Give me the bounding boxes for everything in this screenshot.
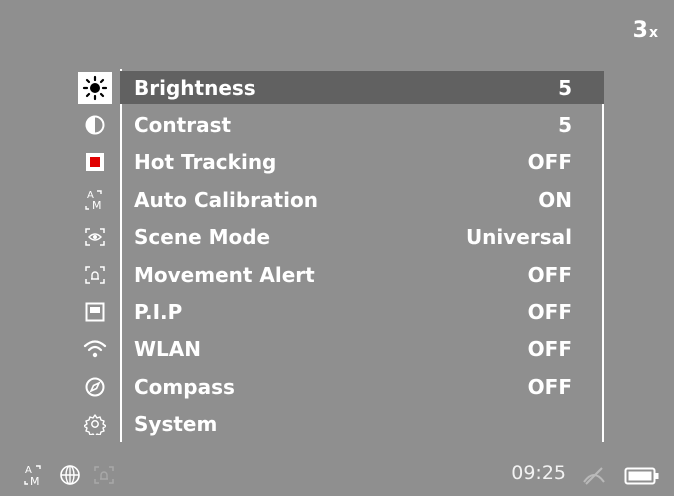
menu-item-value: OFF <box>527 262 572 287</box>
movement-alert-status-icon <box>92 463 116 491</box>
hot-tracking-icon <box>78 146 112 178</box>
menu-item-value: 5 <box>558 75 572 100</box>
menu-item-contrast[interactable]: Contrast 5 <box>78 106 604 143</box>
menu-item-system[interactable]: System <box>78 406 604 443</box>
settings-menu: Brightness 5 Contrast 5 Hot Tracking OFF… <box>78 69 604 443</box>
movement-alert-icon <box>78 259 112 291</box>
menu-item-label: Contrast <box>134 113 232 138</box>
contrast-icon <box>78 109 112 141</box>
status-bar: A M 09:25 <box>0 456 674 496</box>
wlan-icon <box>78 333 112 365</box>
zoom-value: 3 <box>632 18 648 43</box>
scene-mode-icon <box>78 221 112 253</box>
svg-text:M: M <box>30 475 40 488</box>
menu-item-value: OFF <box>527 150 572 175</box>
menu-item-brightness[interactable]: Brightness 5 <box>78 69 604 106</box>
menu-item-label: System <box>134 412 218 437</box>
menu-item-wlan[interactable]: WLAN OFF <box>78 331 604 368</box>
menu-item-value: ON <box>538 187 572 212</box>
battery-icon <box>624 466 660 490</box>
menu-item-auto-calibration[interactable]: A M Auto Calibration ON <box>78 181 604 218</box>
menu-item-hot-tracking[interactable]: Hot Tracking OFF <box>78 144 604 181</box>
menu-item-value: Universal <box>465 225 572 250</box>
compass-icon <box>78 371 112 403</box>
menu-item-label: Brightness <box>134 75 256 100</box>
menu-item-compass[interactable]: Compass OFF <box>78 368 604 405</box>
zoom-indicator: 3x <box>633 18 658 43</box>
brightness-icon <box>78 71 112 104</box>
menu-item-label: Auto Calibration <box>134 187 318 212</box>
zoom-suffix: x <box>648 25 658 41</box>
menu-item-pip[interactable]: P.I.P OFF <box>78 293 604 330</box>
svg-text:M: M <box>92 199 102 212</box>
menu-item-scene-mode[interactable]: Scene Mode Universal <box>78 219 604 256</box>
pip-icon <box>78 296 112 328</box>
auto-calibration-icon: A M <box>78 184 112 216</box>
menu-item-value: OFF <box>527 300 572 325</box>
no-signal-icon <box>580 466 608 490</box>
clock: 09:25 <box>511 462 566 484</box>
menu-item-movement-alert[interactable]: Movement Alert OFF <box>78 256 604 293</box>
menu-item-value: 5 <box>558 113 572 138</box>
globe-icon <box>58 463 82 491</box>
menu-item-value: OFF <box>527 337 572 362</box>
menu-item-value: OFF <box>527 374 572 399</box>
system-icon <box>78 408 112 440</box>
auto-calibration-status-icon: A M <box>22 462 48 492</box>
